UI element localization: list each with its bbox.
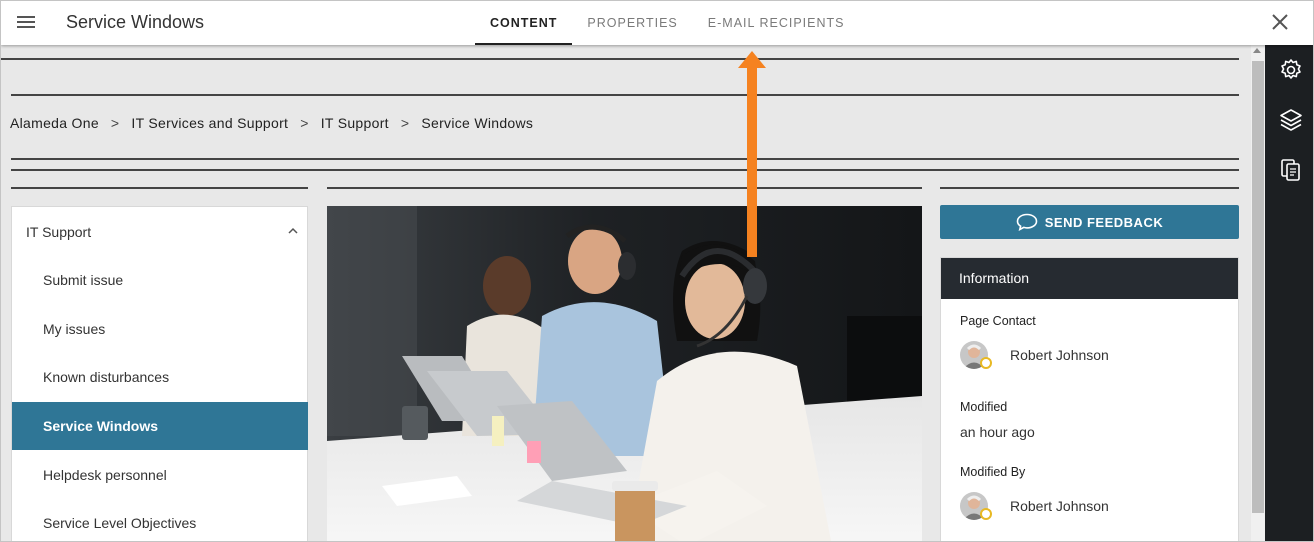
- divider: [11, 94, 1239, 96]
- nav-item-label: Submit issue: [43, 272, 124, 288]
- nav-item-submit-issue[interactable]: Submit issue: [12, 256, 308, 304]
- scrollbar-thumb[interactable]: [1252, 61, 1264, 513]
- nav-item-helpdesk-personnel[interactable]: Helpdesk personnel: [12, 451, 308, 499]
- nav-item-my-issues[interactable]: My issues: [12, 305, 308, 353]
- breadcrumb: Alameda One > IT Services and Support > …: [10, 115, 533, 131]
- modified-by-label: Modified By: [960, 465, 1026, 479]
- page-title: Service Windows: [66, 12, 205, 32]
- modified-value: an hour ago: [960, 424, 1035, 440]
- presence-status-icon: [980, 357, 992, 369]
- nav-section-header[interactable]: IT Support: [12, 207, 307, 255]
- breadcrumb-item[interactable]: IT Services and Support: [131, 115, 288, 131]
- page-contact-label: Page Contact: [960, 314, 1036, 328]
- presence-status-icon: [980, 508, 992, 520]
- nav-section-label: IT Support: [26, 224, 92, 240]
- divider: [940, 187, 1239, 189]
- breadcrumb-separator: >: [110, 115, 120, 131]
- chat-bubble-icon: [1016, 213, 1038, 231]
- hero-image: [327, 206, 922, 541]
- breadcrumb-item[interactable]: Alameda One: [10, 115, 99, 131]
- nav-item-label: My issues: [43, 321, 106, 337]
- app-window: Service Windows CONTENT PROPERTIES E-MAI…: [0, 0, 1314, 542]
- top-bar: Service Windows CONTENT PROPERTIES E-MAI…: [1, 1, 1313, 45]
- nav-item-label: Service Level Objectives: [43, 515, 197, 531]
- copy-pages-icon[interactable]: [1278, 157, 1304, 183]
- nav-item-label: Known disturbances: [43, 369, 170, 385]
- breadcrumb-item-current[interactable]: Service Windows: [421, 115, 533, 131]
- breadcrumb-separator: >: [300, 115, 309, 131]
- tab-content[interactable]: CONTENT: [475, 1, 573, 45]
- modified-label: Modified: [960, 400, 1008, 414]
- close-icon[interactable]: [1269, 11, 1291, 33]
- scroll-up-arrow-icon[interactable]: [1253, 48, 1261, 53]
- gear-icon[interactable]: [1278, 57, 1304, 83]
- send-feedback-label: SEND FEEDBACK: [1044, 214, 1164, 230]
- nav-item-service-windows[interactable]: Service Windows: [12, 402, 308, 450]
- section-navigation: IT Support Submit issue My issues Known …: [11, 206, 308, 541]
- breadcrumb-item[interactable]: IT Support: [321, 115, 389, 131]
- divider: [11, 158, 1239, 160]
- nav-item-service-level-objectives[interactable]: Service Level Objectives: [12, 499, 308, 541]
- divider: [1, 58, 1239, 60]
- hamburger-menu-icon[interactable]: [15, 13, 37, 33]
- divider: [11, 187, 308, 189]
- page-contact-name[interactable]: Robert Johnson: [1010, 347, 1109, 363]
- tab-bar: CONTENT PROPERTIES E-MAIL RECIPIENTS: [475, 1, 859, 45]
- breadcrumb-separator: >: [400, 115, 410, 131]
- send-feedback-button[interactable]: SEND FEEDBACK: [940, 205, 1239, 239]
- tab-properties[interactable]: PROPERTIES: [572, 1, 692, 45]
- information-title: Information: [941, 258, 1238, 299]
- information-panel: Information Page Contact Robert Johnson …: [940, 257, 1239, 541]
- chevron-up-icon[interactable]: [287, 225, 299, 237]
- content-area: Alameda One > IT Services and Support > …: [1, 45, 1251, 541]
- modified-by-name[interactable]: Robert Johnson: [1010, 498, 1109, 514]
- right-tool-rail: [1265, 45, 1313, 541]
- nav-item-label: Helpdesk personnel: [43, 467, 167, 483]
- divider: [327, 187, 922, 189]
- nav-item-known-disturbances[interactable]: Known disturbances: [12, 353, 308, 401]
- divider: [11, 169, 1239, 171]
- tab-email-recipients[interactable]: E-MAIL RECIPIENTS: [693, 1, 860, 45]
- layers-icon[interactable]: [1278, 107, 1304, 133]
- nav-item-label: Service Windows: [43, 418, 159, 434]
